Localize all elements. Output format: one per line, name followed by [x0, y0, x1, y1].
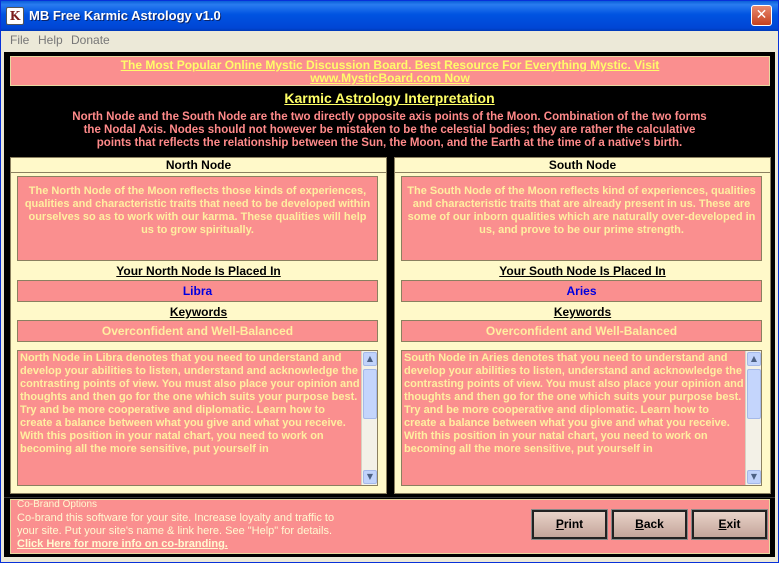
south-node-description: The South Node of the Moon reflects kind… [401, 176, 762, 261]
app-window: K MB Free Karmic Astrology v1.0 ✕ File H… [0, 0, 779, 563]
exit-button-label: xit [726, 517, 741, 531]
interpretation-text: North Node and the South Node are the tw… [12, 111, 767, 150]
north-keywords: Overconfident and Well-Balanced [17, 320, 378, 342]
exit-button-mnemonic: E [718, 517, 727, 531]
north-node-detail-textarea[interactable]: North Node in Libra denotes that you nee… [17, 350, 378, 486]
chevron-up-icon: ▲ [366, 354, 374, 363]
north-node-placed-title: Your North Node Is Placed In [116, 264, 281, 278]
menu-bar: File Help Donate [1, 31, 778, 51]
south-node-detail-text: South Node in Aries denotes that you nee… [404, 352, 744, 455]
chevron-down-icon: ▼ [366, 472, 374, 481]
main-content: The Most Popular Online Mystic Discussio… [4, 52, 775, 557]
divider [11, 172, 386, 173]
cobrand-line2: your site. Put your site's name & link h… [17, 525, 332, 537]
south-keywords: Overconfident and Well-Balanced [401, 320, 762, 342]
south-node-detail-textarea[interactable]: South Node in Aries denotes that you nee… [401, 350, 762, 486]
print-button-label: rint [563, 517, 584, 531]
scroll-up-button[interactable]: ▲ [363, 352, 377, 366]
print-button[interactable]: Print [531, 509, 608, 540]
app-icon: K [6, 7, 24, 25]
cobrand-text: Co-brand this software for your site. In… [17, 512, 417, 538]
exit-button[interactable]: Exit [691, 509, 768, 540]
interpretation-line3: points that reflects the relationship be… [96, 137, 683, 149]
print-button-mnemonic: P [555, 517, 564, 531]
menu-donate[interactable]: Donate [71, 33, 110, 47]
north-node-panel: North Node The North Node of the Moon re… [10, 157, 387, 494]
interpretation-line2: the Nodal Axis. Nodes should not however… [83, 124, 696, 136]
cobrand-options-group: Co-Brand Options Co-brand this software … [10, 499, 770, 554]
north-node-heading: North Node [165, 158, 232, 172]
scroll-thumb[interactable] [363, 369, 377, 419]
chevron-down-icon: ▼ [750, 472, 758, 481]
title-bar[interactable]: K MB Free Karmic Astrology v1.0 ✕ [1, 1, 778, 31]
south-node-placed-title: Your South Node Is Placed In [499, 264, 666, 278]
interpretation-line1: North Node and the South Node are the tw… [72, 111, 707, 123]
back-button[interactable]: Back [611, 509, 688, 540]
south-detail-scrollbar[interactable]: ▲ ▼ [745, 351, 761, 485]
north-keywords-title: Keywords [169, 305, 228, 319]
window-title: MB Free Karmic Astrology v1.0 [29, 8, 221, 23]
cobrand-line1: Co-brand this software for your site. In… [17, 512, 335, 524]
south-node-panel: South Node The South Node of the Moon re… [394, 157, 771, 494]
ad-link-line1[interactable]: The Most Popular Online Mystic Discussio… [11, 58, 769, 72]
close-button[interactable]: ✕ [751, 5, 772, 26]
north-node-description: The North Node of the Moon reflects thos… [17, 176, 378, 261]
divider [395, 172, 770, 173]
scroll-down-button[interactable]: ▼ [363, 470, 377, 484]
back-button-label: ack [643, 517, 664, 531]
south-node-sign: Aries [401, 280, 762, 302]
close-icon: ✕ [755, 7, 768, 23]
ad-link-line2[interactable]: www.MysticBoard.com Now [11, 71, 769, 85]
south-keywords-title: Keywords [553, 305, 612, 319]
north-detail-scrollbar[interactable]: ▲ ▼ [361, 351, 377, 485]
scroll-up-button[interactable]: ▲ [747, 352, 761, 366]
menu-file[interactable]: File [10, 33, 29, 47]
divider [4, 497, 775, 498]
ad-banner[interactable]: The Most Popular Online Mystic Discussio… [10, 56, 770, 86]
scroll-thumb[interactable] [747, 369, 761, 419]
cobrand-link[interactable]: Click Here for more info on co-branding. [17, 538, 228, 550]
interpretation-title: Karmic Astrology Interpretation [284, 90, 495, 106]
chevron-up-icon: ▲ [750, 354, 758, 363]
north-node-sign: Libra [17, 280, 378, 302]
menu-help[interactable]: Help [38, 33, 63, 47]
back-button-mnemonic: B [635, 517, 644, 531]
south-node-heading: South Node [548, 158, 617, 172]
cobrand-legend: Co-Brand Options [17, 499, 98, 510]
north-node-detail-text: North Node in Libra denotes that you nee… [20, 352, 360, 455]
scroll-down-button[interactable]: ▼ [747, 470, 761, 484]
